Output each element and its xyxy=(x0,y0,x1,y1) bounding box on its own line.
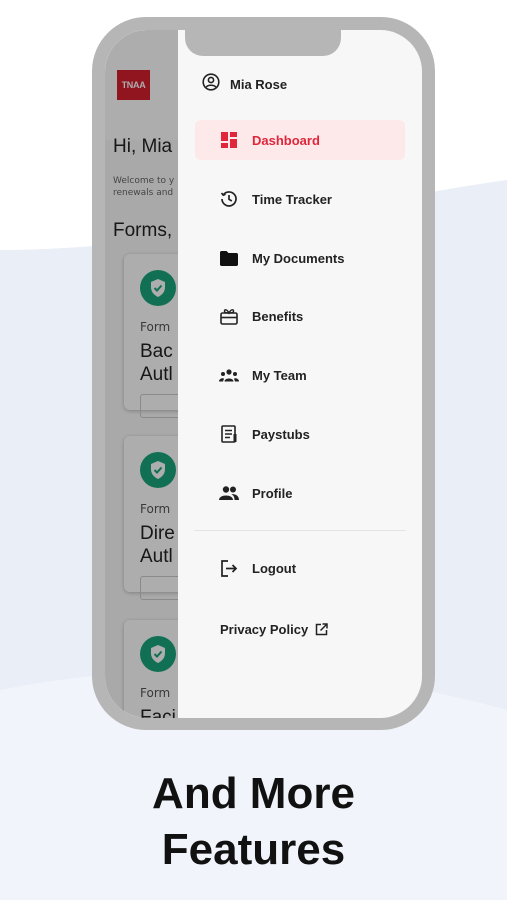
menu-item-my-team[interactable]: My Team xyxy=(195,355,405,395)
menu-label: Paystubs xyxy=(252,426,310,442)
menu-item-paystubs[interactable]: Paystubs xyxy=(195,414,405,454)
menu-label: Profile xyxy=(252,485,293,501)
logout-icon xyxy=(218,557,240,579)
external-link-icon xyxy=(315,623,328,636)
feature-caption: And More Features xyxy=(0,766,507,878)
folder-icon xyxy=(218,247,240,269)
menu-item-my-documents[interactable]: My Documents xyxy=(195,238,405,278)
menu-label: My Team xyxy=(252,367,307,383)
user-circle-icon xyxy=(202,73,220,95)
time-tracker-icon xyxy=(218,188,240,210)
menu-item-time-tracker[interactable]: Time Tracker xyxy=(195,179,405,219)
menu-label: Benefits xyxy=(252,308,304,324)
logout-label: Logout xyxy=(252,560,297,576)
menu-label: Time Tracker xyxy=(252,191,332,207)
phone-notch xyxy=(185,30,341,56)
phone-screen: TNAA Hi, Mia Welcome to y renewals and F… xyxy=(105,30,422,718)
menu-item-profile[interactable]: Profile xyxy=(195,473,405,513)
drawer-divider xyxy=(194,530,406,531)
caption-line-1: And More xyxy=(152,769,355,818)
menu-item-benefits[interactable]: Benefits xyxy=(195,296,405,336)
caption-line-2: Features xyxy=(161,825,346,874)
user-name: Mia Rose xyxy=(230,76,288,92)
logout-button[interactable]: Logout xyxy=(195,548,405,588)
menu-label: My Documents xyxy=(252,250,345,266)
dashboard-icon xyxy=(218,129,240,151)
navigation-drawer: Mia Rose Dashboard Time Tracker My Docum… xyxy=(178,30,422,718)
profile-icon xyxy=(218,482,240,504)
menu-item-dashboard[interactable]: Dashboard xyxy=(195,120,405,160)
paystub-icon xyxy=(218,423,240,445)
privacy-policy-label: Privacy Policy xyxy=(220,622,309,637)
team-icon xyxy=(218,364,240,386)
menu-label: Dashboard xyxy=(252,132,320,148)
benefits-icon xyxy=(218,305,240,327)
drawer-user[interactable]: Mia Rose xyxy=(202,73,288,95)
privacy-policy-link[interactable]: Privacy Policy xyxy=(220,622,328,637)
